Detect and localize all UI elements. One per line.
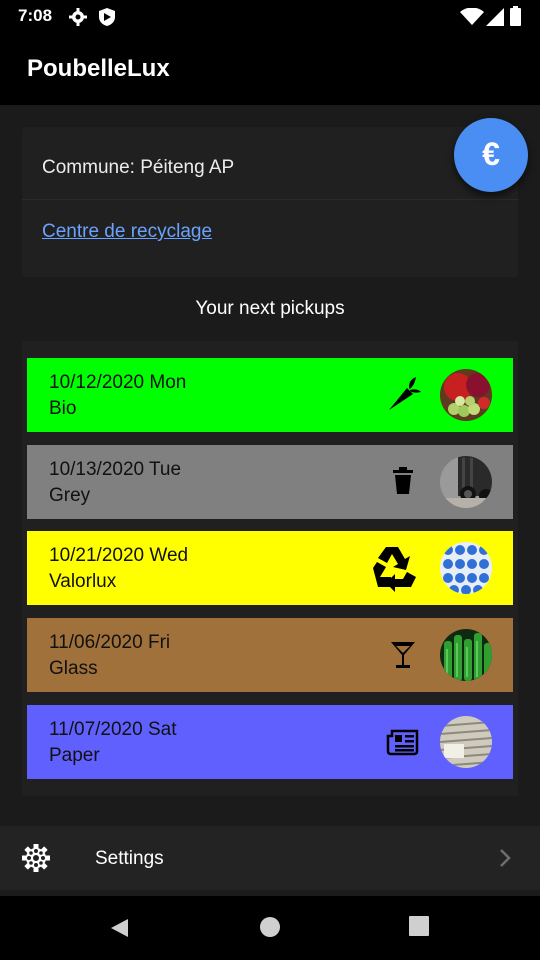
- signal-icon: [486, 8, 504, 26]
- recycling-center-link[interactable]: Centre de recyclage: [42, 221, 212, 243]
- pickup-item-grey[interactable]: 10/13/2020 Tue Grey: [27, 445, 513, 519]
- pickup-date: 10/12/2020 Mon: [49, 372, 187, 393]
- pickups-title: Your next pickups: [195, 298, 345, 319]
- pickup-item-bio[interactable]: 10/12/2020 Mon Bio: [27, 358, 513, 432]
- pickup-type: Glass: [49, 658, 98, 679]
- pickup-type: Grey: [49, 485, 91, 506]
- pickup-photo: [440, 716, 492, 768]
- commune-card: Commune: Péiteng AP Centre de recyclage: [22, 127, 518, 277]
- wifi-icon: [460, 8, 484, 25]
- app-title: PoubelleLux: [27, 55, 170, 82]
- pickups-list: 10/12/2020 Mon Bio 10/13/2020 Tue Grey 1…: [22, 341, 518, 796]
- gear-icon: [22, 844, 50, 872]
- recycle-icon: [373, 547, 416, 592]
- pickup-type: Valorlux: [49, 571, 117, 592]
- home-icon[interactable]: [259, 916, 281, 938]
- pickup-date: 11/07/2020 Sat: [49, 719, 177, 740]
- pickup-item-glass[interactable]: 11/06/2020 Fri Glass: [27, 618, 513, 692]
- pickup-item-paper[interactable]: 11/07/2020 Sat Paper: [27, 705, 513, 779]
- pickup-photo: [440, 456, 492, 508]
- shield-icon: [99, 8, 115, 26]
- pickup-item-valorlux[interactable]: 10/21/2020 Wed Valorlux: [27, 531, 513, 605]
- carrot-icon: [389, 377, 421, 410]
- chevron-right-icon: [500, 849, 511, 867]
- pickup-date: 10/21/2020 Wed: [49, 545, 189, 566]
- settings-row[interactable]: Settings: [0, 826, 540, 890]
- status-time: 7:08: [18, 6, 53, 25]
- pickup-type: Paper: [49, 745, 100, 766]
- newspaper-icon: [386, 729, 419, 756]
- pickup-date: 10/13/2020 Tue: [49, 459, 182, 480]
- main-content: Commune: Péiteng AP Centre de recyclage …: [0, 105, 540, 826]
- settings-icon: [69, 8, 87, 26]
- euro-icon: €: [482, 136, 500, 172]
- system-nav-bar: [0, 896, 540, 960]
- battery-icon: [510, 6, 521, 26]
- euro-fab-button[interactable]: €: [454, 118, 528, 192]
- status-bar: 7:08: [0, 0, 540, 33]
- pickup-photo: [440, 629, 492, 681]
- pickup-photo: [440, 542, 492, 594]
- trash-icon: [393, 467, 413, 494]
- recents-icon[interactable]: [409, 916, 429, 936]
- pickup-type: Bio: [49, 398, 77, 419]
- pickup-photo: [440, 369, 492, 421]
- settings-label: Settings: [95, 848, 164, 869]
- commune-label: Commune: Péiteng AP: [42, 157, 235, 178]
- app-bar: PoubelleLux: [0, 33, 540, 105]
- divider: [22, 199, 518, 200]
- back-icon[interactable]: [108, 916, 132, 940]
- cocktail-glass-icon: [391, 642, 415, 668]
- pickup-date: 11/06/2020 Fri: [49, 632, 171, 653]
